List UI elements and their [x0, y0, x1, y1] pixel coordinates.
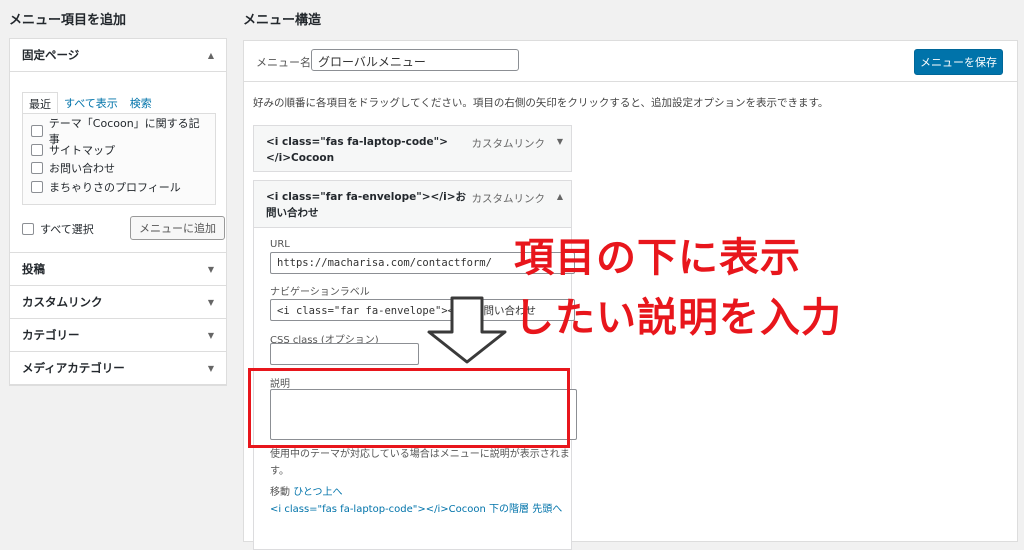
section-posts[interactable]: 投稿 ▼ [10, 253, 226, 286]
section-media-categories-label: メディアカテゴリー [22, 361, 125, 375]
move-under-link[interactable]: <i class="fas fa-laptop-code"></i>Cocoon… [270, 504, 529, 515]
page-list: テーマ「Cocoon」に関する記事 サイトマップ お問い合わせ まちゃりさのプロ… [22, 113, 216, 205]
menu-item-type: カスタムリンク [471, 138, 546, 150]
checkbox[interactable] [31, 162, 43, 175]
section-custom-links[interactable]: カスタムリンク ▼ [10, 286, 226, 319]
expand-arrow-icon[interactable]: ▼ [208, 298, 214, 307]
fixed-pages-header[interactable]: 固定ページ ▲ [10, 39, 226, 72]
instructions-text: 好みの順番に各項目をドラッグしてください。項目の右側の矢印をクリックすると、追加… [253, 97, 829, 109]
menu-item-cocoon[interactable]: <i class="fas fa-laptop-code"> </i>Cocoo… [253, 125, 572, 172]
menu-structure-heading: メニュー構造 [243, 13, 322, 28]
add-menu-items-panel: 固定ページ ▲ 投稿 ▼ カスタムリンク ▼ カテゴリー ▼ メディアカテゴリー ▼ [9, 38, 227, 388]
down-arrow-icon [427, 296, 507, 364]
select-all-checkbox[interactable] [22, 223, 34, 235]
menu-name-label: メニュー名 [256, 56, 311, 69]
list-item-label: まちゃりさのプロフィール [49, 180, 181, 194]
url-label: URL [270, 239, 290, 250]
description-note-line2: す。 [270, 466, 289, 477]
select-all-label: すべて選択 [40, 223, 94, 236]
section-posts-label: 投稿 [22, 262, 45, 276]
expand-arrow-icon[interactable]: ▼ [208, 364, 214, 373]
section-media-categories[interactable]: メディアカテゴリー ▼ [10, 352, 226, 385]
save-menu-button[interactable]: メニューを保存 [914, 49, 1003, 75]
collapse-arrow-icon[interactable]: ▲ [557, 192, 563, 201]
annotation-line2: したい説明を入力 [514, 295, 842, 341]
section-custom-links-label: カスタムリンク [22, 295, 103, 309]
add-to-menu-button[interactable]: メニューに追加 [130, 216, 225, 240]
checkbox[interactable] [31, 180, 43, 193]
move-label: 移動 [270, 487, 290, 498]
css-class-input[interactable] [270, 343, 419, 365]
menu-item-title-line1: <i class="far fa-envelope"></i>お [266, 191, 467, 203]
move-links-row: <i class="fas fa-laptop-code"></i>Cocoon… [270, 500, 562, 515]
move-up-link[interactable]: ひとつ上へ [293, 487, 342, 498]
add-menu-items-heading: メニュー項目を追加 [9, 13, 127, 28]
menu-item-title: <i class="far fa-envelope"></i>お 問い合わせ [266, 189, 466, 221]
menu-item-type: カスタムリンク [471, 193, 546, 205]
menu-item-title: <i class="fas fa-laptop-code"> </i>Cocoo… [266, 134, 448, 166]
highlight-box [248, 368, 570, 448]
list-item-label: サイトマップ [49, 143, 115, 157]
menu-item-title-line1: <i class="fas fa-laptop-code"> [266, 136, 448, 148]
select-all[interactable]: すべて選択 [22, 221, 94, 237]
section-categories-label: カテゴリー [22, 328, 80, 342]
move-row: 移動 ひとつ上へ [270, 483, 343, 498]
move-top-link[interactable]: 先頭へ [532, 504, 562, 515]
annotation-line1: 項目の下に表示 [514, 235, 801, 281]
checkbox[interactable] [31, 143, 43, 156]
list-item[interactable]: お問い合わせ [31, 159, 207, 178]
menu-item-title-line2: 問い合わせ [266, 207, 319, 219]
collapse-arrow-icon[interactable]: ▲ [208, 51, 214, 60]
expand-arrow-icon[interactable]: ▼ [208, 265, 214, 274]
checkbox[interactable] [31, 125, 43, 138]
list-item[interactable]: まちゃりさのプロフィール [31, 178, 207, 197]
list-item[interactable]: テーマ「Cocoon」に関する記事 [31, 117, 207, 146]
menu-item-title-line2: </i>Cocoon [266, 152, 335, 164]
list-item-label: お問い合わせ [49, 162, 115, 176]
menu-name-input[interactable]: グローバルメニュー [311, 49, 519, 71]
nav-label-label: ナビゲーションラベル [270, 287, 370, 298]
fixed-pages-title: 固定ページ [22, 48, 80, 62]
expand-arrow-icon[interactable]: ▼ [557, 137, 563, 146]
menu-header: メニュー名 グローバルメニュー メニューを保存 [244, 41, 1017, 82]
expand-arrow-icon[interactable]: ▼ [208, 331, 214, 340]
section-categories[interactable]: カテゴリー ▼ [10, 319, 226, 352]
